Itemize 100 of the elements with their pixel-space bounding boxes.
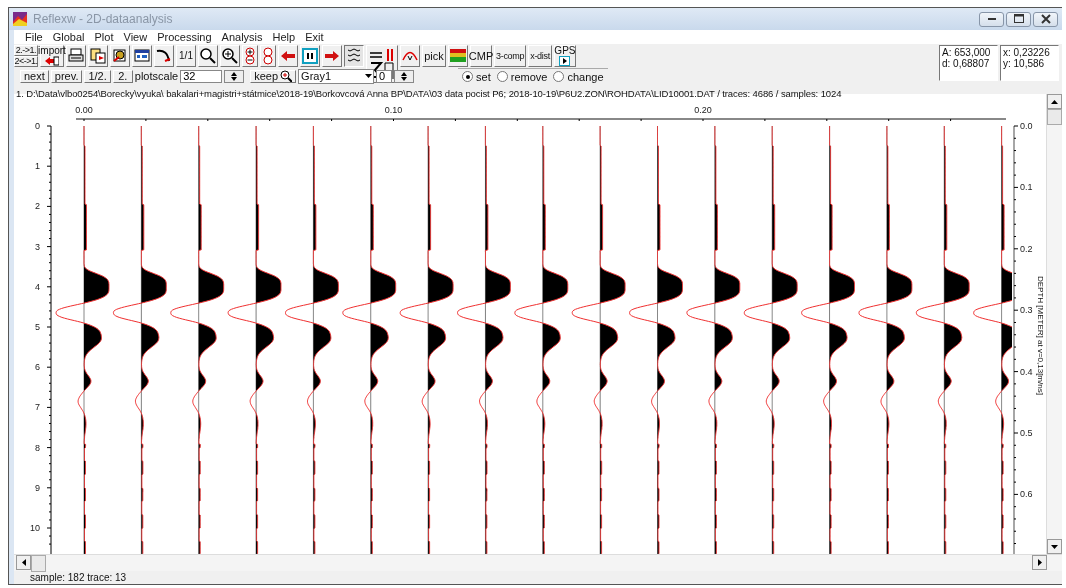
zoom-in-icon xyxy=(280,70,293,82)
scroll-thumb[interactable] xyxy=(31,555,46,572)
peak-button[interactable] xyxy=(400,45,420,67)
document-icon xyxy=(89,47,107,65)
radio-circle[interactable] xyxy=(462,71,474,82)
menu-item[interactable]: Processing xyxy=(152,31,217,43)
scale-button[interactable]: 1/1 xyxy=(176,45,196,67)
up-arrow-icon xyxy=(1051,99,1058,104)
plotscale-label: plotscale xyxy=(134,70,179,82)
right-arrow-icon xyxy=(1037,559,1042,566)
curve-button[interactable] xyxy=(154,45,174,67)
sum-icon xyxy=(368,47,396,81)
wiggle-button[interactable] xyxy=(344,45,364,67)
display-button[interactable] xyxy=(132,45,152,67)
status-text: sample: 182 trace: 13 xyxy=(30,572,127,583)
axis-label: 5 xyxy=(35,322,40,332)
palette-dropdown[interactable]: Gray1 xyxy=(298,68,375,84)
axis-label: 1 xyxy=(35,161,40,172)
nav-button[interactable]: 1/2. xyxy=(84,69,111,83)
spinner-button[interactable] xyxy=(224,69,245,83)
axis-label: 3 xyxy=(35,241,40,252)
spinner-button[interactable] xyxy=(394,69,415,83)
copy-button[interactable] xyxy=(88,45,108,67)
readout-text: x: 0,23226 xyxy=(1003,47,1051,58)
axis-label: 0.4 xyxy=(1020,366,1033,377)
menu-item[interactable]: Analysis xyxy=(216,31,268,43)
printer-icon xyxy=(67,47,85,65)
mode-radio[interactable]: remove xyxy=(496,70,548,83)
circles-icon xyxy=(262,47,274,65)
pause-icon xyxy=(301,47,319,65)
three-comp-button[interactable]: 3-comp xyxy=(494,45,527,67)
nav-button[interactable]: next xyxy=(20,69,49,83)
gain-button[interactable] xyxy=(242,45,258,67)
next-file-button[interactable] xyxy=(322,45,342,67)
menu-item[interactable]: File xyxy=(20,31,48,43)
menu-item[interactable]: Exit xyxy=(300,31,329,43)
axis-label: 8 xyxy=(35,442,40,453)
axis-label: 0.1 xyxy=(1020,182,1033,193)
axis-label: 9 xyxy=(35,482,40,493)
radio-circle[interactable] xyxy=(496,71,508,82)
menu-item[interactable]: Global xyxy=(47,31,90,43)
filter-button[interactable] xyxy=(260,45,276,67)
stamp-icon xyxy=(111,47,129,65)
print-button[interactable] xyxy=(66,45,86,67)
screen-icon xyxy=(133,47,151,65)
zoom-in-button[interactable] xyxy=(220,45,240,67)
minimize-button[interactable] xyxy=(979,11,1004,27)
wave-icon xyxy=(345,47,363,65)
scroll-right-button[interactable] xyxy=(1032,555,1047,570)
export-button[interactable] xyxy=(110,45,130,67)
up-down-icon xyxy=(230,70,239,82)
app-icon xyxy=(13,12,27,26)
scroll-down-button[interactable] xyxy=(1047,539,1062,554)
axis-label: 6 xyxy=(35,362,40,373)
search-icon xyxy=(199,47,217,65)
menu-item[interactable]: Help xyxy=(267,31,301,43)
maximize-icon xyxy=(1012,13,1025,25)
close-button[interactable] xyxy=(1033,11,1058,27)
mode-radio[interactable]: set xyxy=(462,70,491,83)
dropdown-arrow-icon xyxy=(364,73,374,79)
vertical-scrollbar[interactable] xyxy=(1046,94,1062,554)
close-icon xyxy=(1039,13,1052,25)
cmp-button[interactable]: CMP xyxy=(470,45,492,67)
axis-label: 0.5 xyxy=(1020,428,1033,438)
gps-button[interactable]: GPS xyxy=(553,45,576,67)
layers-icon xyxy=(449,47,467,65)
maximize-button[interactable] xyxy=(1006,11,1031,27)
radio-circle[interactable] xyxy=(553,71,565,82)
pick-button[interactable]: pick xyxy=(422,45,446,67)
keep-button[interactable]: keep xyxy=(250,69,297,83)
scroll-up-button[interactable] xyxy=(1047,94,1062,109)
axis-label: 7 xyxy=(35,402,40,413)
menu-item[interactable]: Plot xyxy=(89,31,119,43)
down-arrow-icon xyxy=(1051,544,1058,549)
axis-label: 2 xyxy=(35,201,40,212)
zoom-in-icon xyxy=(221,47,239,65)
axis-title: DEPTH [METER] at v=0,13[m/ns] xyxy=(1036,276,1045,395)
file-path-text: 1. D:\Data\vlbo0254\Borecky\vyuka\ bakalari+magistri+státmice\2018-19\Borkovcová Anna BP\DATA\03 data pocist P6; 2018-10-19\P6U2.ZON\ROHDATA\LID10001.DAT / traces: 4686 / samples: 1024 xyxy=(16,88,842,99)
nav-button[interactable]: prev. xyxy=(50,69,83,83)
axis-label: 0.6 xyxy=(1020,489,1033,500)
x-dist-button[interactable]: x-dist xyxy=(528,45,552,67)
axis-label: 10 xyxy=(30,523,40,533)
axis-label: 0.2 xyxy=(1020,243,1033,254)
up-down-icon xyxy=(400,70,409,82)
swap-button[interactable]: 2<->1. xyxy=(14,56,38,67)
pause-button[interactable] xyxy=(300,45,320,67)
plotscale-field[interactable]: 32 xyxy=(180,69,223,83)
nav-button[interactable]: 2. xyxy=(112,69,133,83)
import-button[interactable]: import xyxy=(40,45,64,67)
menu-item[interactable]: View xyxy=(118,31,153,43)
previous-button[interactable] xyxy=(278,45,298,67)
scroll-left-button[interactable] xyxy=(16,555,31,570)
readout-text: A: 653,000 xyxy=(942,47,992,58)
layers-button[interactable] xyxy=(448,45,468,67)
axis-label: 0 xyxy=(35,121,40,131)
window-title: Reflexw - 2D-dataanalysis xyxy=(33,12,173,26)
mode-radio[interactable]: change xyxy=(553,70,604,83)
scroll-thumb[interactable] xyxy=(1047,109,1062,125)
search-button[interactable] xyxy=(198,45,218,67)
axis-label: 0.00 xyxy=(75,105,93,115)
